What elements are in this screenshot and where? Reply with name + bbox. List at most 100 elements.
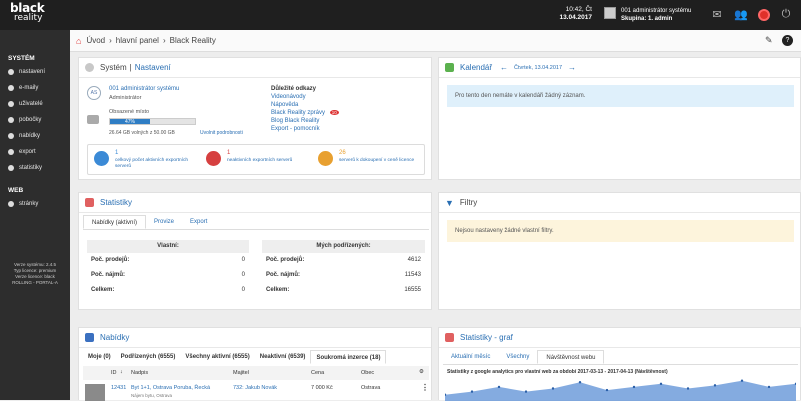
- sidebar-item-label: stránky: [19, 201, 39, 207]
- traffic-point[interactable]: [551, 387, 555, 390]
- link-help[interactable]: Nápověda: [271, 102, 298, 108]
- storage-icon: [87, 115, 99, 124]
- breadcrumb-dashboard[interactable]: hlavní panel: [116, 36, 159, 45]
- offer-title[interactable]: Byt 1+1, Ostrava Poruba, Řecká: [131, 385, 210, 391]
- user-info[interactable]: 001 administrátor systému Skupina: 1. ad…: [621, 7, 691, 23]
- link-export-help[interactable]: Export - pomocník: [271, 126, 320, 132]
- tab-private[interactable]: Soukromá inzerce (18): [310, 350, 387, 364]
- link-video[interactable]: Videonávody: [271, 94, 306, 100]
- col-id[interactable]: ID: [111, 370, 117, 376]
- breadcrumb-separator: ›: [109, 36, 112, 45]
- prev-day-icon[interactable]: ←: [500, 63, 508, 72]
- sidebar: SYSTÉM nastavení e-maily uživatelé pobočky n…: [0, 30, 70, 400]
- tab-current-month[interactable]: Aktuální měsíc: [443, 350, 498, 364]
- col-owner[interactable]: Majitel: [233, 370, 249, 376]
- traffic-point[interactable]: [632, 385, 636, 389]
- row-label: Celkem:: [91, 287, 115, 293]
- offers-panel: Nabídky Moje (0) Podřízených (6555) Všec…: [78, 327, 432, 401]
- traffic-point[interactable]: [713, 384, 717, 387]
- storage-link[interactable]: Uvolnit podrobnosti: [200, 130, 243, 136]
- sidebar-item-settings[interactable]: nastavení: [0, 64, 70, 80]
- sidebar-item-offers[interactable]: nabídky: [0, 128, 70, 144]
- user-group: Skupina: 1. admin: [621, 16, 673, 22]
- calendar-empty-notice: Pro tento den nemáte v kalendáři žádný z…: [447, 85, 794, 107]
- filters-panel: ▼ Filtry Nejsou nastaveny žádné vlastní …: [438, 192, 801, 310]
- traffic-point[interactable]: [497, 385, 501, 389]
- traffic-point[interactable]: [659, 382, 663, 386]
- tab-web-traffic[interactable]: Návštěvnost webu: [537, 350, 605, 364]
- sidebar-item-label: nastavení: [19, 69, 46, 75]
- sidebar-item-label: e-maily: [19, 85, 39, 91]
- sidebar-item-users[interactable]: uživatelé: [0, 96, 70, 112]
- next-day-icon[interactable]: →: [568, 63, 576, 72]
- avatar[interactable]: [604, 7, 616, 19]
- filters-header: ▼ Filtry: [439, 193, 800, 213]
- row-menu-icon[interactable]: ⋮: [421, 383, 429, 392]
- offer-thumbnail[interactable]: [85, 384, 105, 401]
- settings-icon: [85, 63, 94, 72]
- offers-header: Nabídky: [79, 328, 431, 348]
- server-icon: [94, 151, 109, 166]
- edit-icon[interactable]: ✎: [765, 35, 773, 46]
- logo-line2: reality: [14, 13, 43, 23]
- tab-all-active[interactable]: Všechny aktivní (6555): [180, 350, 254, 364]
- export-stat-card[interactable]: 1 celkový počet aktivních exportních serv…: [94, 149, 199, 173]
- traffic-point[interactable]: [605, 388, 609, 392]
- breadcrumb-current: Black Reality: [169, 36, 216, 45]
- stat-number: 26: [339, 150, 346, 156]
- sidebar-item-export[interactable]: export: [0, 144, 70, 160]
- server-icon: [206, 151, 221, 166]
- row-label: Poč. prodejů:: [266, 257, 305, 263]
- traffic-point[interactable]: [524, 390, 528, 393]
- offer-owner[interactable]: 732: Jakub Novák: [233, 385, 277, 391]
- tab-mine[interactable]: Moje (0): [83, 350, 116, 364]
- sidebar-item-branches[interactable]: pobočky: [0, 112, 70, 128]
- system-settings-link[interactable]: Nastavení: [135, 63, 171, 72]
- sidebar-item-statistics[interactable]: statistiky: [0, 160, 70, 176]
- offers-icon: [8, 133, 14, 139]
- tab-export[interactable]: Export: [182, 215, 215, 229]
- offers-table-header: ID ↓ Nadpis Majitel Cena Obec ⚙: [83, 366, 429, 380]
- tab-all[interactable]: Všechny: [498, 350, 537, 364]
- subordinate-header: Mých podřízených:: [262, 240, 425, 253]
- traffic-point[interactable]: [686, 387, 690, 390]
- offer-subtitle: Nájem bytu, Ostrava: [131, 393, 173, 398]
- link-blog[interactable]: Blog Black Reality: [271, 118, 319, 124]
- emails-icon: [8, 85, 14, 91]
- sidebar-item-emails[interactable]: e-maily: [0, 80, 70, 96]
- breadcrumb-home[interactable]: Úvod: [86, 36, 105, 45]
- export-icon: [8, 149, 14, 155]
- link-news[interactable]: Black Reality zprávy: [271, 110, 325, 116]
- users-icon[interactable]: 👥: [734, 8, 748, 21]
- traffic-point[interactable]: [470, 390, 474, 393]
- tab-subordinates[interactable]: Podřízených (6555): [116, 350, 181, 364]
- col-price[interactable]: Cena: [311, 370, 324, 376]
- home-icon[interactable]: ⌂: [76, 36, 81, 46]
- traffic-point[interactable]: [740, 379, 744, 382]
- columns-settings-icon[interactable]: ⚙: [419, 369, 424, 375]
- tab-commission[interactable]: Provize: [146, 215, 182, 229]
- logo[interactable]: black reality: [10, 2, 45, 23]
- help-icon[interactable]: ?: [782, 35, 793, 46]
- traffic-point[interactable]: [767, 385, 771, 389]
- mail-icon[interactable]: ✉: [710, 8, 724, 21]
- col-title[interactable]: Nadpis: [131, 370, 148, 376]
- admin-name-link[interactable]: 001 administrátor systému: [109, 86, 179, 92]
- sidebar-item-label: export: [19, 149, 36, 155]
- export-stat-card[interactable]: 1 neaktivních exportních serverů: [206, 149, 311, 173]
- sort-icon[interactable]: ↓: [120, 369, 123, 375]
- export-stat-card[interactable]: 26 serverů k dokoupení v ceně licence: [318, 149, 423, 173]
- help-lifebuoy-icon[interactable]: [757, 8, 771, 21]
- filters-title: Filtry: [459, 198, 478, 207]
- col-city[interactable]: Obec: [361, 370, 374, 376]
- table-row[interactable]: 12431 Byt 1+1, Ostrava Poruba, Řecká Náj…: [83, 381, 429, 401]
- graph-header: Statistiky - graf: [439, 328, 800, 348]
- sidebar-item-pages[interactable]: stránky: [0, 196, 70, 212]
- offer-id[interactable]: 12431: [111, 385, 126, 391]
- system-panel: Systém | Nastavení AS 001 administrátor …: [78, 57, 432, 180]
- traffic-point[interactable]: [578, 381, 582, 384]
- own-header: Vlastní:: [87, 240, 249, 253]
- tab-offers-active[interactable]: Nabídky (aktivní): [83, 215, 147, 229]
- power-icon[interactable]: ⏻: [779, 8, 793, 21]
- tab-inactive[interactable]: Neaktivní (6539): [255, 350, 311, 364]
